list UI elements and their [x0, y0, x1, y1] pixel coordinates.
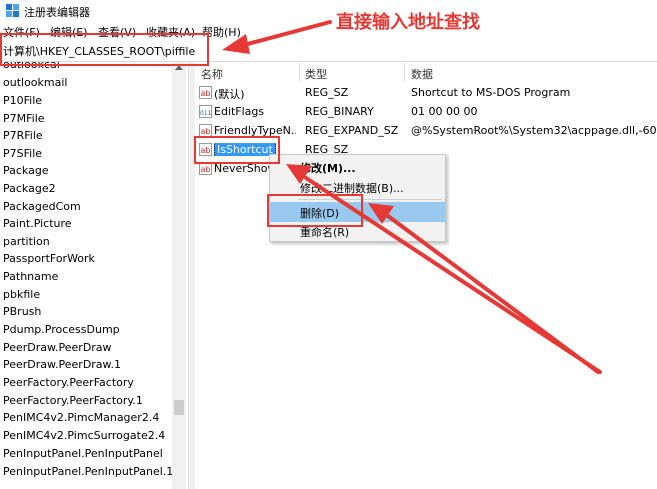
column-header-name[interactable]: 名称 [201, 66, 223, 82]
tree-item[interactable]: Pdump.ProcessDump [3, 323, 120, 336]
window-title: 注册表编辑器 [24, 6, 90, 19]
title-bar: 注册表编辑器 [0, 0, 657, 22]
selected-value-highlight-box [194, 136, 280, 164]
value-data: @%SystemRoot%\System32\acppage.dll,-6005 [411, 124, 657, 137]
column-header-type[interactable]: 类型 [305, 66, 327, 82]
menu-item-modify[interactable]: 修改(M)... [270, 157, 445, 177]
tree-item[interactable]: PenInputPanel.PenInputPanel.1 [3, 465, 172, 478]
column-divider[interactable] [404, 62, 405, 82]
tree-item[interactable]: PenInputPanel.PenInputPanel [3, 447, 163, 460]
tree-item[interactable]: P7MFile [3, 112, 45, 125]
delete-highlight-box [267, 194, 363, 227]
tree-item[interactable]: P10File [3, 94, 42, 107]
tree-item[interactable]: PeerDraw.PeerDraw [3, 341, 112, 354]
tree-item[interactable]: PBrush [3, 305, 41, 318]
key-tree[interactable]: outlookcal outlookmail P10File P7MFile P… [0, 62, 172, 489]
tree-item[interactable]: PackagedCom [3, 200, 81, 213]
tree-item[interactable]: Paint.Picture [3, 217, 72, 230]
svg-text:ab: ab [201, 127, 211, 136]
tree-item[interactable]: PeerDraw.PeerDraw.1 [3, 358, 121, 371]
tree-item[interactable]: Package [3, 164, 49, 177]
tree-item[interactable]: PeerFactory.PeerFactory [3, 376, 134, 389]
svg-text:ab: ab [201, 165, 211, 174]
annotation-text: 直接输入地址查找 [336, 12, 480, 33]
string-value-icon: ab [199, 86, 212, 99]
tree-scrollbar[interactable] [172, 62, 186, 489]
value-data: 01 00 00 00 [411, 105, 478, 118]
tree-item[interactable]: P7SFile [3, 147, 42, 160]
tree-item[interactable]: PenIMC4v2.PimcManager2.4 [3, 411, 159, 424]
binary-value-icon: 011 [199, 105, 212, 118]
address-highlight-box [0, 33, 209, 66]
value-data: Shortcut to MS-DOS Program [411, 86, 571, 99]
column-header-data[interactable]: 数据 [411, 66, 433, 82]
tree-item[interactable]: P7RFile [3, 129, 43, 142]
value-row[interactable]: 011 EditFlags REG_BINARY 01 00 00 00 [195, 103, 657, 122]
registry-editor-icon [6, 4, 19, 17]
svg-text:ab: ab [201, 89, 211, 98]
tree-item[interactable]: Package2 [3, 182, 56, 195]
value-type: REG_BINARY [305, 105, 374, 118]
tree-item[interactable]: PenIMC4v2.PimcSurrogate2.4 [3, 429, 165, 442]
value-name: EditFlags [214, 105, 265, 118]
tree-item[interactable]: pbkfile [3, 288, 40, 301]
value-row[interactable]: ab (默认) REG_SZ Shortcut to MS-DOS Progra… [195, 84, 657, 103]
value-type: REG_EXPAND_SZ [305, 124, 399, 137]
tree-item[interactable]: PeerFactory.PeerFactory.1 [3, 394, 143, 407]
column-divider[interactable] [299, 62, 300, 82]
tree-item[interactable]: Pathname [3, 270, 58, 283]
values-list[interactable]: 名称 类型 数据 ab (默认) REG_SZ Shortcut to MS-D… [195, 62, 657, 489]
pane-splitter[interactable] [188, 62, 195, 489]
svg-text:011: 011 [200, 110, 212, 117]
value-type: REG_SZ [305, 86, 349, 99]
value-name: (默认) [214, 88, 245, 101]
tree-item[interactable]: outlookmail [3, 76, 67, 89]
tree-item[interactable]: PassportForWork [3, 252, 95, 265]
tree-item[interactable]: partition [3, 235, 50, 248]
scroll-thumb[interactable] [174, 400, 184, 415]
